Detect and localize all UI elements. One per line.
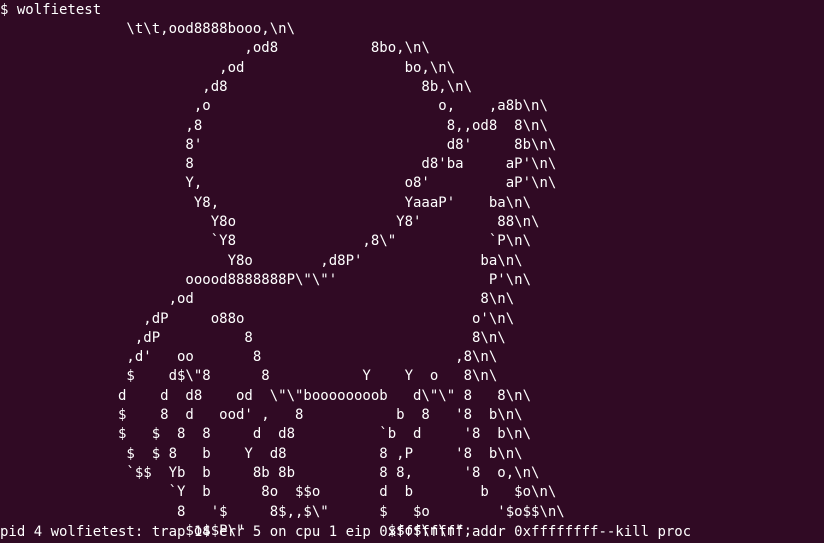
ascii-art-line: $ $ 8 8 d d8 `b d '8 b\n\ <box>0 426 532 443</box>
ascii-art-line: ,dP o88o o'\n\ <box>0 310 515 327</box>
ascii-art-line: Y, o8' aP'\n\ <box>0 175 557 192</box>
ascii-art-line: Y8o ,d8P' ba\n\ <box>0 252 523 269</box>
ascii-art-line: Y8o Y8' 88\n\ <box>0 214 540 230</box>
ascii-art-line: Y8, YaaaP' ba\n\ <box>0 194 532 211</box>
ascii-art-line: 8 '$ 8$,,$\" $ $o '$o$$\n\ <box>0 503 565 520</box>
ascii-art-line: $ $ 8 b Y d8 8 ,P '8 b\n\ <box>0 445 523 462</box>
ascii-art-line: \t\t,ood8888booo,\n\ <box>0 21 296 37</box>
ascii-art-line: ,dP 8 8\n\ <box>0 329 506 346</box>
ascii-art-line: ,od 8\n\ <box>0 291 515 308</box>
ascii-art-line: ,o o, ,a8b\n\ <box>0 98 548 115</box>
ascii-art-line: d d d8 od \"\"boooooooob d\"\" 8 8\n\ <box>0 387 532 404</box>
ascii-art-line: ooood8888888P\"\"' P'\n\ <box>0 271 532 288</box>
ascii-art-line: ,8 8,,od8 8\n\ <box>0 117 548 134</box>
ascii-art-line: `$$ Yb b 8b 8b 8 8, '8 o,\n\ <box>0 464 540 481</box>
ascii-art-line: ,od bo,\n\ <box>0 59 456 76</box>
ascii-art-line: `Y b 8o $$o d b b $o\n\ <box>0 484 557 501</box>
command-prompt: $ wolfietest <box>0 2 102 18</box>
ascii-art-line: $ 8 d ood' , 8 b 8 '8 b\n\ <box>0 407 523 423</box>
ascii-art-line: $ d$\"8 8 Y Y o 8\n\ <box>0 368 498 385</box>
ascii-art-line: 8 d8'ba aP'\n\ <box>0 156 557 173</box>
ascii-art-line: 8' d8' 8b\n\ <box>0 136 557 153</box>
ascii-art-line: ,d8 8b,\n\ <box>0 78 473 95</box>
kill-message: pid 4 wolfietest: trap 14 err 5 on cpu 1… <box>0 524 692 540</box>
ascii-art-line: ,od8 8bo,\n\ <box>0 40 430 57</box>
terminal-window[interactable]: $ wolfietest \t\t,ood8888booo,\n\ ,od8 8… <box>0 0 824 542</box>
ascii-art-line: ,d' oo 8 ,8\n\ <box>0 349 498 366</box>
ascii-art-line: `Y8 ,8\" `P\n\ <box>0 233 532 250</box>
